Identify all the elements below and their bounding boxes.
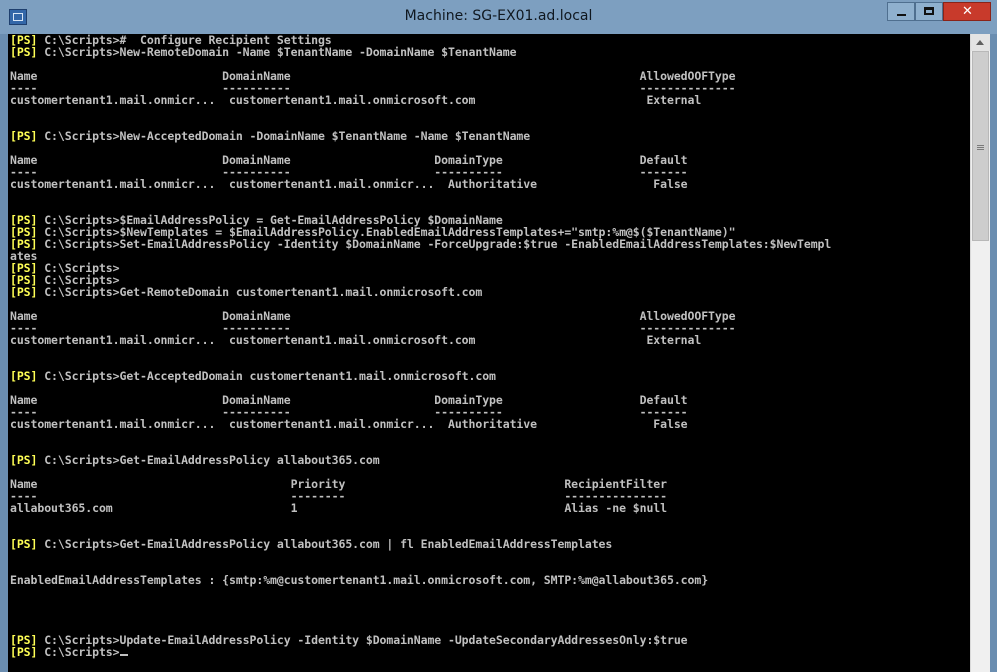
console-command-line: [PS] C:\Scripts> [10, 646, 128, 658]
line-text: C:\Scripts>Get-AcceptedDomain customerte… [37, 369, 496, 383]
ps-prompt-tag: [PS] [10, 285, 38, 299]
text-cursor [119, 654, 128, 656]
console-output-line: EnabledEmailAddressTemplates : {smtp:%m@… [10, 574, 708, 586]
maximize-icon [924, 7, 934, 15]
close-button[interactable]: ✕ [943, 2, 991, 21]
line-text: EnabledEmailAddressTemplates : {smtp:%m@… [10, 573, 709, 587]
scroll-up-arrow-icon[interactable] [971, 34, 990, 51]
console-output-line: allabout365.com 1 Alias -ne $null [10, 502, 667, 514]
minimize-button[interactable] [887, 2, 915, 21]
line-text: C:\Scripts>Set-EmailAddressPolicy -Ident… [37, 237, 832, 251]
line-text: allabout365.com 1 Alias -ne $null [10, 501, 667, 515]
grip-icon [977, 145, 984, 146]
close-icon: ✕ [962, 4, 973, 19]
line-text: C:\Scripts> [37, 645, 120, 659]
ps-prompt-tag: [PS] [10, 129, 38, 143]
line-text: C:\Scripts>New-AcceptedDomain -DomainNam… [37, 129, 531, 143]
console-output-line: customertenant1.mail.onmicr... customert… [10, 178, 688, 190]
line-text: C:\Scripts>Update-EmailAddressPolicy -Id… [37, 633, 688, 647]
minimize-icon [897, 14, 906, 16]
console-output-line: customertenant1.mail.onmicr... customert… [10, 418, 688, 430]
line-text: customertenant1.mail.onmicr... customert… [10, 93, 702, 107]
console-output-line: customertenant1.mail.onmicr... customert… [10, 94, 701, 106]
console-command-line: [PS] C:\Scripts>Get-EmailAddressPolicy a… [10, 538, 612, 550]
ps-prompt-tag: [PS] [10, 453, 38, 467]
console-output-line: customertenant1.mail.onmicr... customert… [10, 334, 701, 346]
line-text: customertenant1.mail.onmicr... customert… [10, 177, 688, 191]
console-command-line: [PS] C:\Scripts>Get-AcceptedDomain custo… [10, 370, 496, 382]
ps-prompt-tag: [PS] [10, 369, 38, 383]
maximize-button[interactable] [915, 2, 943, 21]
console-command-line: [PS] C:\Scripts>Get-EmailAddressPolicy a… [10, 454, 380, 466]
line-text: customertenant1.mail.onmicr... customert… [10, 333, 702, 347]
line-text: C:\Scripts>Get-EmailAddressPolicy allabo… [37, 537, 613, 551]
scrollbar-thumb[interactable] [972, 51, 989, 241]
console-output[interactable]: [PS] C:\Scripts># Configure Recipient Se… [8, 34, 970, 672]
window-title: Machine: SG-EX01.ad.local [404, 8, 593, 24]
remote-session-window: Machine: SG-EX01.ad.local ✕ [PS] C:\Scri… [0, 0, 997, 672]
line-text: customertenant1.mail.onmicr... customert… [10, 417, 688, 431]
line-text: C:\Scripts>New-RemoteDomain -Name $Tenan… [37, 45, 517, 59]
line-text: C:\Scripts>Get-RemoteDomain customertena… [37, 285, 483, 299]
console-command-line: [PS] C:\Scripts>Set-EmailAddressPolicy -… [10, 238, 831, 250]
vertical-scrollbar[interactable] [970, 34, 990, 672]
title-bar[interactable]: Machine: SG-EX01.ad.local ✕ [0, 0, 997, 34]
window-frame-right [990, 34, 997, 672]
ps-prompt-tag: [PS] [10, 537, 38, 551]
line-text: C:\Scripts>Get-EmailAddressPolicy allabo… [37, 453, 380, 467]
console-command-line: [PS] C:\Scripts>New-RemoteDomain -Name $… [10, 45, 517, 59]
ps-prompt-tag: [PS] [10, 645, 38, 659]
ps-prompt-tag: [PS] [10, 45, 38, 59]
console-command-line: [PS] C:\Scripts>Get-RemoteDomain custome… [10, 286, 482, 298]
console-command-line: [PS] C:\Scripts>New-AcceptedDomain -Doma… [10, 130, 530, 142]
